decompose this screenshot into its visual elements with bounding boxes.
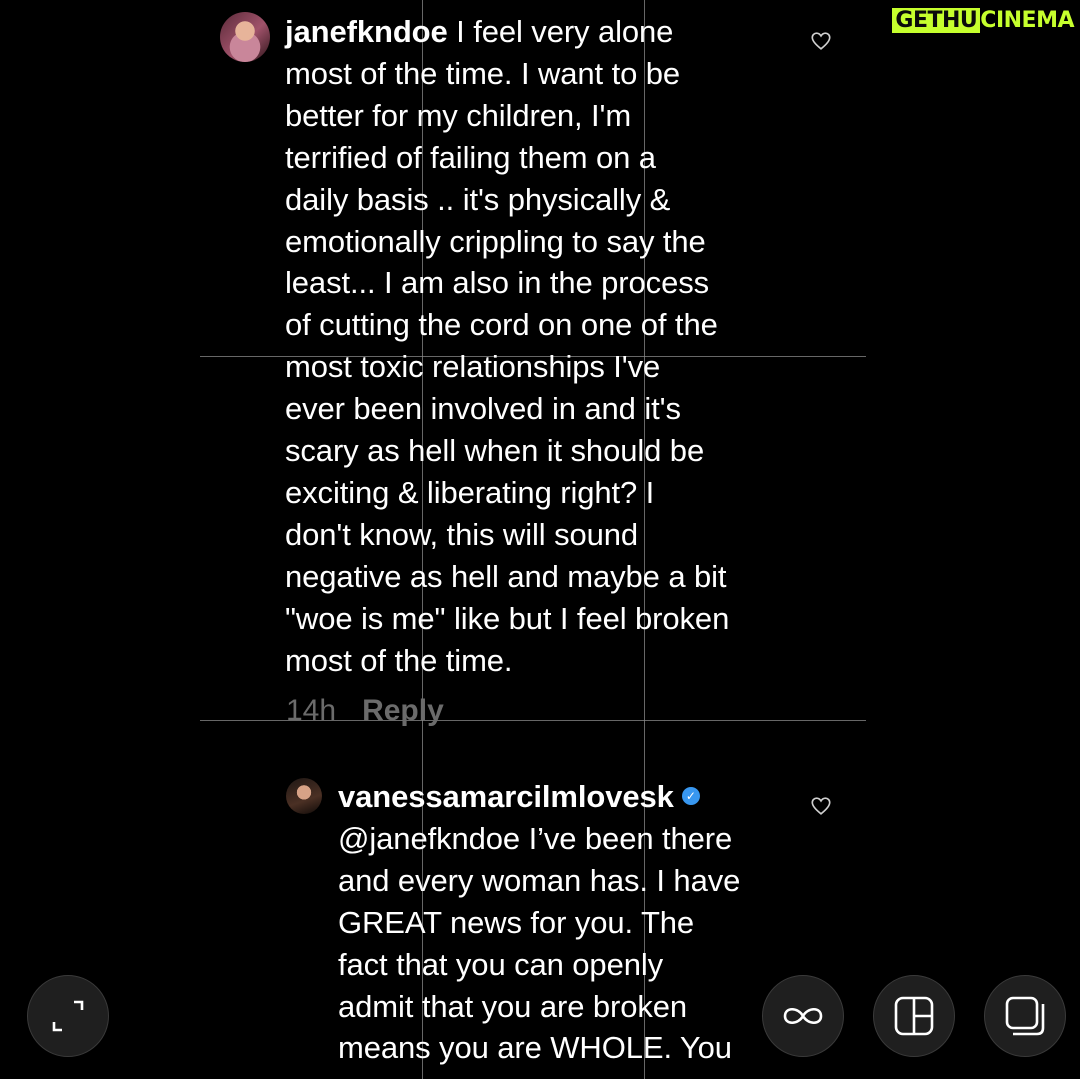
watermark-logo: GETHU CINEMA	[892, 8, 1074, 33]
comment-text: @janefkndoe I’ve been there and every wo…	[338, 820, 741, 1066]
comment-timestamp: 14h	[286, 694, 337, 727]
comment-body: janefkndoe I feel very alone most of the…	[285, 11, 805, 682]
stacked-squares-icon	[1005, 996, 1045, 1036]
multi-capture-button[interactable]	[984, 975, 1066, 1057]
comment-username[interactable]: vanessamarcilmlovesk	[338, 779, 674, 814]
layout-grid-icon	[894, 996, 934, 1036]
comment-text: I feel very alone most of the time. I wa…	[285, 14, 730, 678]
expand-button[interactable]	[27, 975, 109, 1057]
boomerang-button[interactable]	[762, 975, 844, 1057]
reply-button[interactable]: Reply	[362, 694, 444, 727]
expand-corners-icon	[52, 1000, 84, 1032]
heart-outline-icon[interactable]	[810, 795, 832, 817]
layout-button[interactable]	[873, 975, 955, 1057]
comment-username[interactable]: janefkndoe	[285, 14, 448, 49]
avatar[interactable]	[220, 12, 270, 62]
comment-meta: 14h Reply	[286, 694, 444, 728]
verified-check-icon: ✓	[681, 786, 700, 805]
infinity-icon	[783, 1007, 823, 1025]
reply-comment-body: vanessamarcilmlovesk ✓ @janefkndoe I’ve b…	[338, 776, 808, 1069]
avatar[interactable]	[286, 778, 322, 814]
heart-outline-icon[interactable]	[810, 30, 832, 52]
